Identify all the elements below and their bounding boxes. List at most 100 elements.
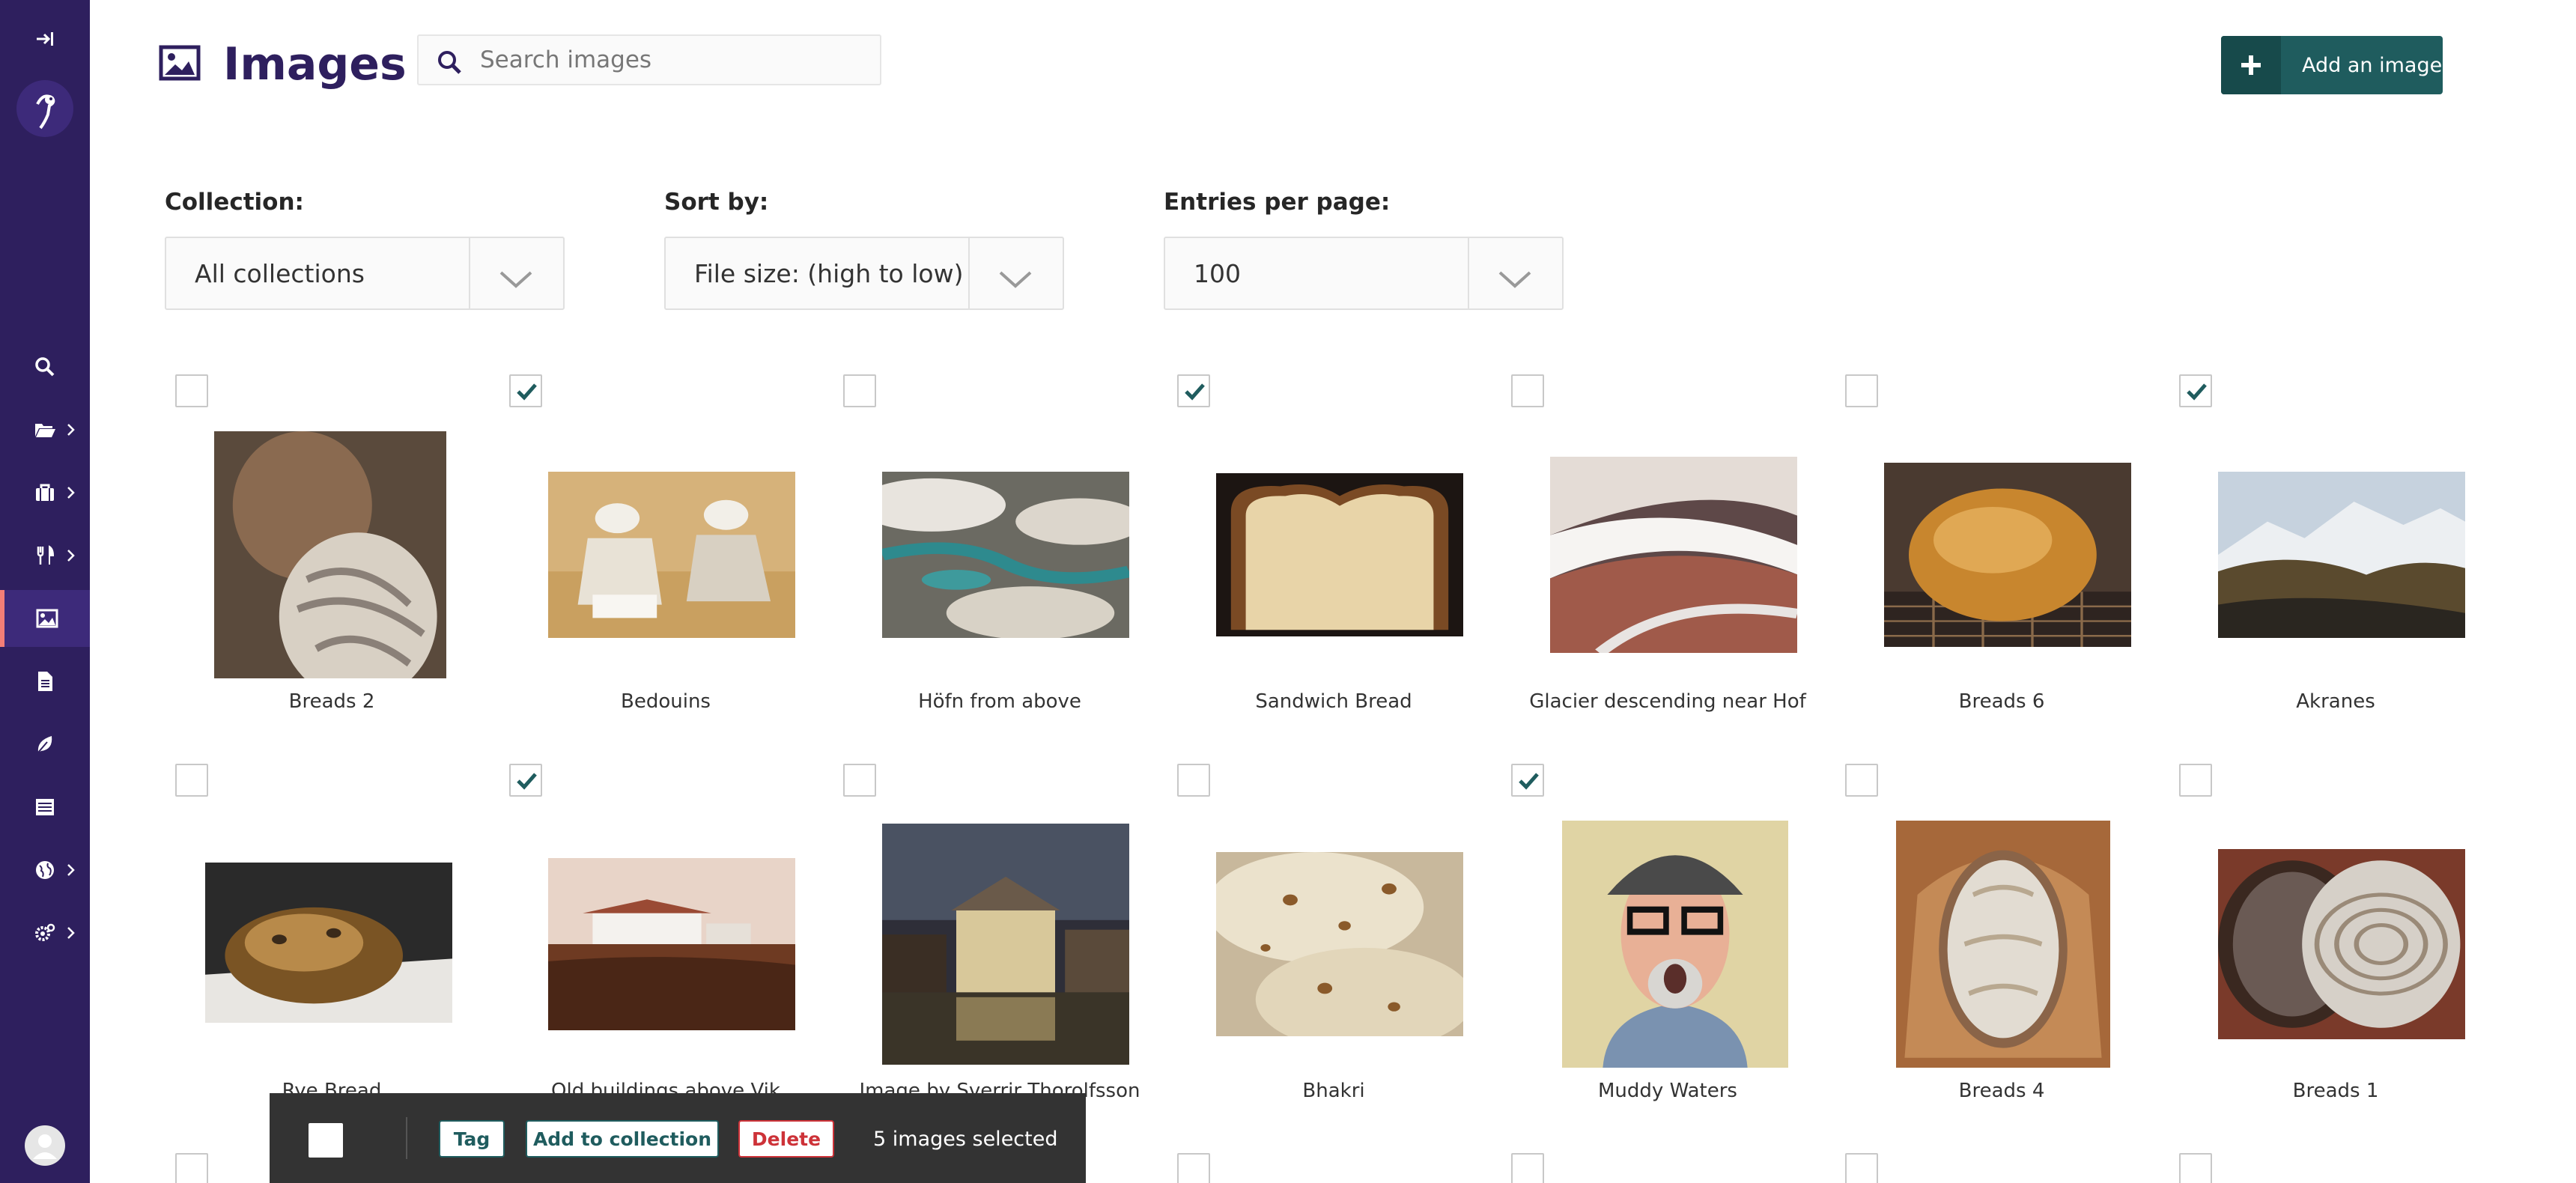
- add-image-label: Add an image: [2302, 53, 2443, 77]
- image-checkbox[interactable]: [2179, 764, 2212, 797]
- search-input[interactable]: [480, 36, 869, 84]
- image-card[interactable]: Bhakri: [1167, 764, 1501, 1153]
- image-checkbox[interactable]: [2179, 374, 2212, 407]
- suitcase-icon: [36, 484, 54, 501]
- image-thumbnail[interactable]: [548, 858, 795, 1030]
- select-divider: [968, 238, 970, 308]
- image-thumbnail[interactable]: [214, 431, 446, 678]
- image-card[interactable]: Breads 6: [1835, 374, 2169, 764]
- image-checkbox[interactable]: [1511, 764, 1544, 797]
- folder-open-icon: [35, 424, 55, 437]
- leaf-icon: [37, 736, 52, 753]
- delete-button[interactable]: Delete: [738, 1120, 834, 1158]
- image-card[interactable]: Muddy Waters: [1501, 764, 1835, 1153]
- collapse-sidebar-button[interactable]: [0, 10, 90, 67]
- collection-select-value: All collections: [195, 259, 365, 288]
- image-checkbox[interactable]: [175, 374, 208, 407]
- image-checkbox[interactable]: [843, 764, 876, 797]
- image-card[interactable]: Breads 4: [1835, 764, 2169, 1153]
- sort-by-select[interactable]: File size: (high to low): [664, 237, 1064, 310]
- account-avatar[interactable]: [0, 1116, 90, 1176]
- image-checkbox[interactable]: [2179, 1153, 2212, 1183]
- collection-select[interactable]: All collections: [165, 237, 565, 310]
- image-checkbox[interactable]: [1511, 1153, 1544, 1183]
- image-card[interactable]: Breads 1: [2169, 764, 2503, 1153]
- image-checkbox[interactable]: [509, 764, 542, 797]
- checkmark-icon: [517, 773, 537, 790]
- image-title: Sandwich Bread: [1255, 690, 1412, 713]
- image-checkbox[interactable]: [1177, 1153, 1210, 1183]
- image-card[interactable]: [2169, 1153, 2503, 1183]
- image-thumbnail[interactable]: [882, 824, 1129, 1065]
- image-card[interactable]: Sandwich Bread: [1167, 374, 1501, 764]
- divider: [406, 1117, 407, 1159]
- chevron-down-icon: [1498, 271, 1531, 288]
- image-checkbox[interactable]: [1845, 374, 1878, 407]
- image-title: Breads 4: [1958, 1080, 2045, 1102]
- image-checkbox[interactable]: [1177, 764, 1210, 797]
- tag-button[interactable]: Tag: [439, 1120, 505, 1158]
- image-thumbnail[interactable]: [1562, 821, 1788, 1068]
- sidebar-item-pages[interactable]: [0, 401, 90, 458]
- select-divider: [1468, 238, 1469, 308]
- sidebar-item-documents[interactable]: [0, 653, 90, 710]
- image-checkbox[interactable]: [175, 764, 208, 797]
- image-card[interactable]: [1167, 1153, 1501, 1183]
- image-checkbox[interactable]: [1845, 1153, 1878, 1183]
- entries-per-page-select[interactable]: 100: [1164, 237, 1564, 310]
- chevron-right-icon: [67, 550, 75, 562]
- image-checkbox[interactable]: [843, 374, 876, 407]
- image-thumbnail[interactable]: [2218, 849, 2465, 1039]
- chevron-down-icon: [499, 271, 532, 288]
- image-card[interactable]: Höfn from above: [833, 374, 1167, 764]
- image-thumbnail[interactable]: [2218, 472, 2465, 638]
- avatar-icon: [25, 1125, 65, 1166]
- image-title: Höfn from above: [918, 690, 1081, 713]
- image-checkbox[interactable]: [1511, 374, 1544, 407]
- sort-by-select-value: File size: (high to low): [694, 259, 964, 288]
- image-checkbox[interactable]: [509, 374, 542, 407]
- image-card[interactable]: Bedouins: [499, 374, 833, 764]
- add-to-collection-button[interactable]: Add to collection: [526, 1120, 719, 1158]
- sidebar-item-suitcase[interactable]: [0, 464, 90, 521]
- image-card[interactable]: Glacier descending near Hof: [1501, 374, 1835, 764]
- image-icon: [159, 45, 201, 81]
- sidebar-item-snippets[interactable]: [0, 716, 90, 773]
- wagtail-logo-icon: [16, 80, 73, 137]
- image-thumbnail[interactable]: [1216, 473, 1463, 636]
- wagtail-logo[interactable]: [0, 75, 90, 142]
- image-card[interactable]: Akranes: [2169, 374, 2503, 764]
- sidebar-item-sites[interactable]: [0, 842, 90, 898]
- image-checkbox[interactable]: [175, 1153, 208, 1183]
- search-icon: [438, 51, 461, 74]
- image-thumbnail[interactable]: [548, 472, 795, 638]
- image-thumbnail[interactable]: [1884, 463, 2131, 647]
- search-icon: [35, 357, 55, 377]
- sidebar: [0, 0, 90, 1183]
- sidebar-item-forms[interactable]: [0, 779, 90, 836]
- image-title: Muddy Waters: [1598, 1080, 1737, 1102]
- checkmark-icon: [2187, 383, 2207, 401]
- image-checkbox[interactable]: [1177, 374, 1210, 407]
- image-thumbnail[interactable]: [205, 863, 452, 1023]
- select-all-checkbox[interactable]: [309, 1123, 343, 1158]
- chevron-right-icon: [67, 424, 75, 436]
- sidebar-item-search[interactable]: [0, 338, 90, 395]
- image-card[interactable]: [1501, 1153, 1835, 1183]
- image-title: Breads 1: [2292, 1080, 2379, 1102]
- sidebar-item-settings[interactable]: [0, 904, 90, 961]
- image-checkbox[interactable]: [1845, 764, 1878, 797]
- image-title: Breads 6: [1958, 690, 2045, 713]
- image-thumbnail[interactable]: [1550, 457, 1797, 653]
- sidebar-item-cutlery[interactable]: [0, 527, 90, 584]
- image-thumbnail[interactable]: [1896, 821, 2110, 1068]
- image-thumbnail[interactable]: [882, 472, 1129, 638]
- page-title: Images: [223, 38, 407, 91]
- image-card[interactable]: Breads 2: [165, 374, 499, 764]
- image-card[interactable]: [1835, 1153, 2169, 1183]
- image-thumbnail[interactable]: [1216, 852, 1463, 1036]
- selected-count: 5 images selected: [873, 1128, 1058, 1151]
- add-image-button[interactable]: Add an image: [2221, 36, 2443, 94]
- chevron-down-icon: [999, 271, 1032, 288]
- sidebar-item-images[interactable]: [0, 590, 90, 647]
